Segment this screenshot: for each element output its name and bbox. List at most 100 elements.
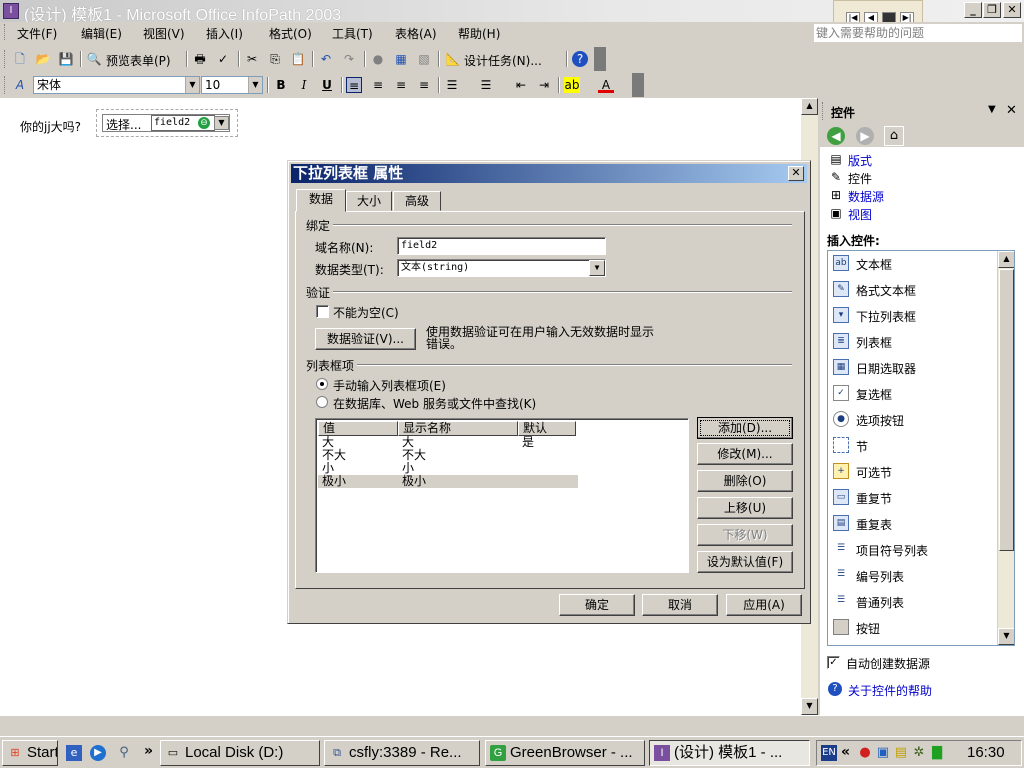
control-repeating-section[interactable]: ▭ 重复节 bbox=[830, 485, 998, 509]
numbering-icon[interactable]: ☰ bbox=[444, 77, 460, 93]
insert-controls-list[interactable]: ab 文本框 ✎ 格式文本框 ▾ 下拉列表框 ≣ 列表框 ▦ 日期选取器 ✓ 复选框 ● 选项… bbox=[827, 250, 1015, 646]
antivirus-icon[interactable]: ● bbox=[857, 745, 873, 761]
field-name-input[interactable]: field2 bbox=[397, 237, 606, 255]
font-name-select[interactable]: 宋体 ▼ bbox=[33, 76, 200, 94]
task-pane-grip[interactable] bbox=[822, 102, 825, 120]
design-tasks-icon[interactable]: 📐 bbox=[445, 51, 461, 67]
quicklaunch-overflow-icon[interactable]: » bbox=[144, 743, 153, 759]
network-icon[interactable]: ▤ bbox=[893, 745, 909, 761]
back-icon[interactable]: ◀ bbox=[827, 127, 845, 145]
task-greenbrowser[interactable]: G GreenBrowser - ... bbox=[485, 740, 645, 766]
increase-indent-icon[interactable]: ⇥ bbox=[536, 77, 552, 93]
column-header-display-name[interactable]: 显示名称 bbox=[398, 421, 518, 436]
bullets-icon[interactable]: ☰ bbox=[478, 77, 494, 93]
move-up-button[interactable]: 上移(U) bbox=[697, 497, 793, 519]
insert-table-icon[interactable]: ▦ bbox=[393, 51, 409, 67]
insert-image-icon[interactable]: ▧ bbox=[416, 51, 432, 67]
align-right-icon[interactable]: ≡ bbox=[393, 77, 409, 93]
chevron-down-icon[interactable]: ▼ bbox=[214, 116, 229, 130]
controls-list-scrollbar[interactable]: ▲ ▼ bbox=[997, 251, 1014, 645]
open-icon[interactable]: 📂 bbox=[35, 51, 51, 67]
scroll-down-icon[interactable]: ▼ bbox=[998, 628, 1014, 645]
control-option-button[interactable]: ● 选项按钮 bbox=[830, 407, 998, 431]
align-center-icon[interactable]: ≡ bbox=[370, 77, 386, 93]
auto-create-label[interactable]: 自动创建数据源 bbox=[846, 655, 930, 672]
link-views[interactable]: 视图 bbox=[848, 206, 872, 223]
tray-tool-icon[interactable]: ✲ bbox=[911, 745, 927, 761]
align-left-icon[interactable]: ≡ bbox=[346, 77, 362, 93]
save-icon[interactable]: 💾 bbox=[58, 51, 74, 67]
control-plain-list[interactable]: ☰ 普通列表 bbox=[830, 589, 998, 613]
menu-edit[interactable]: 编辑(E) bbox=[81, 25, 122, 42]
control-dropdown-list[interactable]: ▾ 下拉列表框 bbox=[830, 303, 998, 327]
font-size-select[interactable]: 10 ▼ bbox=[201, 76, 263, 94]
print-icon[interactable]: 🖶 bbox=[192, 51, 208, 67]
ok-button[interactable]: 确定 bbox=[559, 594, 635, 616]
menu-file[interactable]: 文件(F) bbox=[17, 25, 57, 42]
language-indicator[interactable]: EN bbox=[821, 745, 837, 761]
spelling-icon[interactable]: ✓ bbox=[215, 51, 231, 67]
tab-data[interactable]: 数据 bbox=[296, 189, 346, 212]
toolbar-grip[interactable] bbox=[4, 50, 7, 68]
dialog-close-icon[interactable]: ✕ bbox=[788, 166, 804, 181]
add-item-button[interactable]: 添加(D)... bbox=[697, 417, 793, 439]
task-pane-menu-icon[interactable]: ▼ bbox=[988, 104, 996, 115]
menu-help[interactable]: 帮助(H) bbox=[458, 25, 500, 42]
control-text-box[interactable]: ab 文本框 bbox=[830, 251, 998, 275]
tray-app-icon[interactable]: ▣ bbox=[875, 745, 891, 761]
chevron-down-icon[interactable]: ▼ bbox=[589, 260, 605, 276]
undo-icon[interactable]: ↶ bbox=[318, 51, 334, 67]
font-color-icon[interactable]: A bbox=[598, 77, 614, 93]
tab-advanced[interactable]: 高级 bbox=[393, 191, 441, 211]
menu-insert[interactable]: 插入(I) bbox=[206, 25, 243, 42]
table-row[interactable]: 不大 不大 bbox=[318, 449, 578, 462]
close-button[interactable]: ✕ bbox=[1003, 2, 1021, 18]
menu-tools[interactable]: 工具(T) bbox=[332, 25, 373, 42]
table-row[interactable]: 大 大 是 bbox=[318, 436, 578, 449]
auto-create-checkbox[interactable]: ✓ bbox=[827, 656, 840, 669]
italic-icon[interactable]: I bbox=[296, 77, 312, 93]
cut-icon[interactable]: ✂ bbox=[244, 51, 260, 67]
menu-table[interactable]: 表格(A) bbox=[395, 25, 437, 42]
preview-form-button[interactable]: 预览表单(P) bbox=[106, 52, 171, 69]
bold-icon[interactable]: B bbox=[273, 77, 289, 93]
tab-size[interactable]: 大小 bbox=[346, 191, 392, 211]
control-rich-text-box[interactable]: ✎ 格式文本框 bbox=[830, 277, 998, 301]
design-tasks-button[interactable]: 设计任务(N)... bbox=[464, 52, 542, 69]
modify-item-button[interactable]: 修改(M)... bbox=[697, 443, 793, 465]
control-check-box[interactable]: ✓ 复选框 bbox=[830, 381, 998, 405]
minimize-button[interactable]: _ bbox=[964, 2, 982, 18]
quicklaunch-icon[interactable]: ⚲ bbox=[116, 745, 132, 761]
delete-item-button[interactable]: 删除(O) bbox=[697, 470, 793, 492]
styles-icon[interactable]: A bbox=[12, 77, 28, 93]
link-data-source[interactable]: 数据源 bbox=[848, 188, 884, 205]
control-repeating-table[interactable]: ▤ 重复表 bbox=[830, 511, 998, 535]
not-blank-label[interactable]: 不能为空(C) bbox=[333, 304, 399, 321]
clock[interactable]: 16:30 bbox=[967, 744, 1005, 761]
control-button[interactable]: 按钮 bbox=[830, 615, 998, 639]
infopath-app-icon[interactable]: I bbox=[3, 3, 19, 19]
justify-icon[interactable]: ≡ bbox=[416, 77, 432, 93]
task-infopath[interactable]: I (设计) 模板1 - ... bbox=[649, 740, 810, 766]
table-row-selected[interactable]: 极小 极小 bbox=[318, 475, 578, 488]
set-default-button[interactable]: 设为默认值(F) bbox=[697, 551, 793, 573]
toolbar-options-icon[interactable] bbox=[632, 73, 644, 97]
control-date-picker[interactable]: ▦ 日期选取器 bbox=[830, 355, 998, 379]
lookup-radio[interactable] bbox=[316, 396, 328, 408]
help-icon[interactable]: ? bbox=[572, 51, 588, 67]
scroll-thumb[interactable] bbox=[999, 269, 1014, 551]
toolbar-options-icon[interactable] bbox=[594, 47, 606, 71]
column-header-default[interactable]: 默认 bbox=[518, 421, 576, 436]
underline-icon[interactable]: U bbox=[319, 77, 335, 93]
column-header-value[interactable]: 值 bbox=[318, 421, 398, 436]
forward-icon[interactable]: ▶ bbox=[856, 127, 874, 145]
control-list-box[interactable]: ≣ 列表框 bbox=[830, 329, 998, 353]
control-numbered-list[interactable]: ☰ 编号列表 bbox=[830, 563, 998, 587]
control-bulleted-list[interactable]: ☰ 项目符号列表 bbox=[830, 537, 998, 561]
manual-entry-label[interactable]: 手动输入列表框项(E) bbox=[333, 377, 446, 394]
menu-view[interactable]: 视图(V) bbox=[143, 25, 185, 42]
question-label[interactable]: 你的jj大吗? bbox=[20, 118, 81, 135]
data-type-select[interactable]: 文本(string) ▼ bbox=[397, 259, 606, 277]
not-blank-checkbox[interactable] bbox=[316, 305, 329, 318]
table-row[interactable]: 小 小 bbox=[318, 462, 578, 475]
